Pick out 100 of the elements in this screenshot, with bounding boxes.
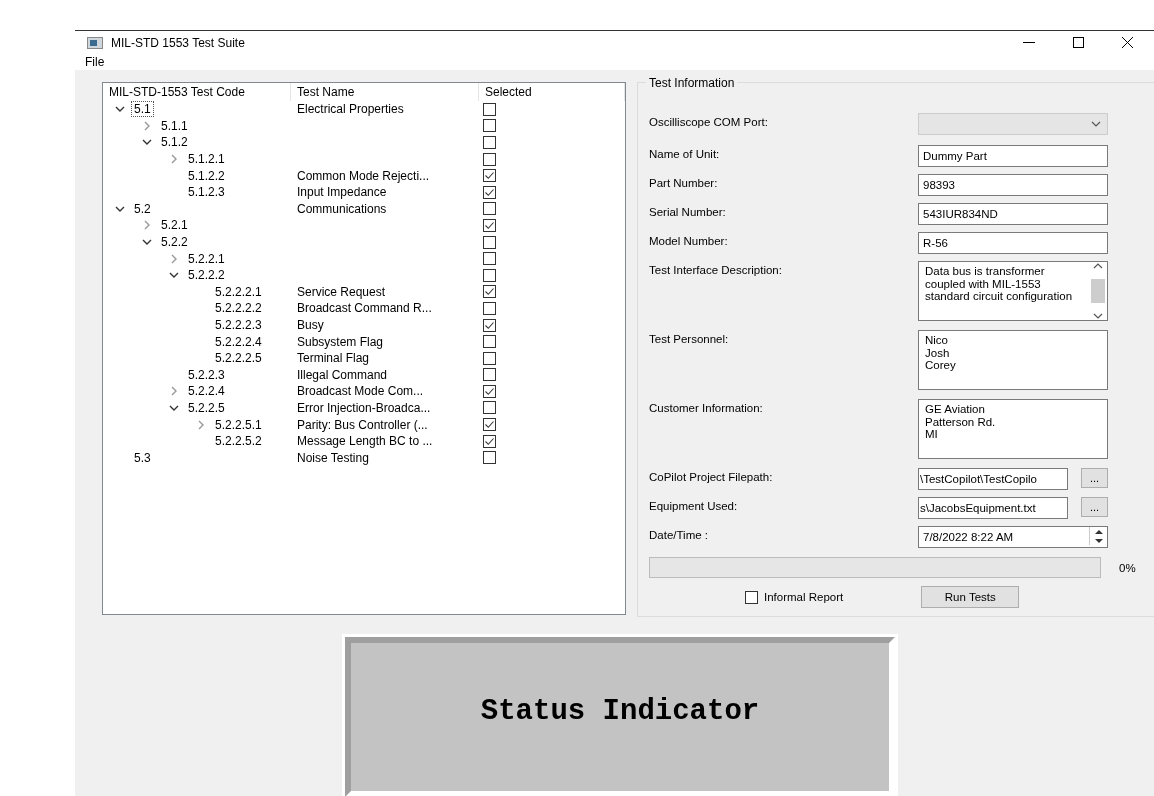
chevron-down-icon[interactable] xyxy=(169,403,179,413)
test-name: Illegal Command xyxy=(297,367,388,382)
test-name: Communications xyxy=(297,201,387,216)
test-name: Message Length BC to ... xyxy=(297,434,433,449)
checkbox[interactable] xyxy=(483,202,496,216)
checkbox[interactable] xyxy=(483,384,496,398)
test-code[interactable]: 5.2.2.5.2 xyxy=(212,433,265,450)
checkbox[interactable] xyxy=(483,235,496,249)
browse-button[interactable]: ... xyxy=(1081,497,1108,517)
checkbox-label[interactable]: Informal Report xyxy=(764,591,844,603)
test-code[interactable]: 5.1 xyxy=(131,101,154,118)
chevron-down-icon[interactable] xyxy=(1091,121,1101,127)
chevron-right-icon[interactable] xyxy=(169,386,179,397)
test-code[interactable]: 5.2.2.2.4 xyxy=(212,333,265,350)
test-name: Error Injection-Broadca... xyxy=(297,401,431,415)
checkbox[interactable] xyxy=(483,401,496,415)
checkbox[interactable] xyxy=(483,351,496,365)
chevron-right-icon[interactable] xyxy=(169,154,179,165)
test-code[interactable]: 5.1.2.3 xyxy=(185,184,228,201)
test-name: Noise Testing xyxy=(297,450,369,465)
column-header[interactable]: Test Name xyxy=(291,83,479,101)
progress-reading: 0% xyxy=(1119,561,1136,574)
checkbox[interactable] xyxy=(483,136,496,149)
chevron-right-icon[interactable] xyxy=(169,253,179,264)
test-name: Common Mode Rejecti... xyxy=(297,168,430,183)
path-field[interactable]: s\JacobsEquipment.txt xyxy=(918,497,1068,519)
checkbox[interactable] xyxy=(483,185,496,199)
test-code[interactable]: 5.2.2.2.5 xyxy=(212,350,265,367)
chevron-up-icon[interactable] xyxy=(1093,263,1103,269)
checkbox[interactable] xyxy=(483,335,496,349)
text-area[interactable]: GE Aviation Patterson Rd. MI xyxy=(918,399,1108,459)
test-code[interactable]: 5.2.2.2 xyxy=(185,267,228,284)
window-title: MIL-STD 1553 Test Suite xyxy=(111,35,245,50)
test-code[interactable]: 5.2.2.2.3 xyxy=(212,317,265,333)
text-area[interactable]: Nico Josh Corey xyxy=(918,330,1108,390)
test-name: Busy xyxy=(297,318,324,332)
test-name: Broadcast Mode Com... xyxy=(297,384,424,399)
test-code[interactable]: 5.2.2.4 xyxy=(185,383,228,400)
text-field[interactable]: Dummy Part xyxy=(918,145,1108,167)
checkbox[interactable] xyxy=(483,418,496,432)
chevron-right-icon[interactable] xyxy=(142,120,152,131)
test-code[interactable]: 5.1.1 xyxy=(158,117,191,134)
path-field[interactable]: \TestCopilot\TestCopilo xyxy=(918,468,1068,490)
test-code[interactable]: 5.2.2.1 xyxy=(185,250,228,267)
test-code[interactable]: 5.2.2.2.2 xyxy=(212,300,265,317)
field-label: Customer Information: xyxy=(649,401,764,414)
checkbox[interactable] xyxy=(483,119,496,133)
checkbox[interactable] xyxy=(483,252,496,266)
test-code[interactable]: 5.1.2 xyxy=(158,134,191,151)
test-code[interactable]: 5.3 xyxy=(131,449,154,466)
checkbox[interactable] xyxy=(483,451,496,465)
checkbox[interactable] xyxy=(483,434,496,448)
test-name: Service Request xyxy=(297,284,386,299)
checkbox[interactable] xyxy=(483,368,496,382)
test-code[interactable]: 5.1.2.2 xyxy=(185,167,228,184)
text-field[interactable]: 98393 xyxy=(918,174,1108,196)
test-code[interactable]: 5.2.2 xyxy=(158,234,191,251)
checkbox[interactable] xyxy=(483,318,496,332)
test-code[interactable]: 5.2.2.2.1 xyxy=(212,283,265,300)
field-label: Model Number: xyxy=(649,234,729,247)
chevron-right-icon[interactable] xyxy=(142,220,152,231)
field-label: CoPilot Project Filepath: xyxy=(649,470,774,483)
test-code[interactable]: 5.2.2.3 xyxy=(185,366,228,383)
field-label: Test Personnel: xyxy=(649,332,730,345)
test-code[interactable]: 5.2.1 xyxy=(158,217,191,234)
checkbox[interactable] xyxy=(483,301,496,315)
menu-item[interactable]: File xyxy=(85,55,105,70)
checkbox[interactable] xyxy=(483,218,496,232)
minimize-icon[interactable] xyxy=(1023,41,1035,44)
test-code[interactable]: 5.2 xyxy=(131,200,154,217)
maximize-icon[interactable] xyxy=(1073,37,1084,49)
text-field[interactable]: 543IUR834ND xyxy=(918,203,1108,225)
test-code[interactable]: 5.2.2.5.1 xyxy=(212,416,265,433)
chevron-right-icon[interactable] xyxy=(196,419,206,430)
checkbox[interactable] xyxy=(483,285,496,299)
test-name: Input Impedance xyxy=(297,185,387,200)
group-title: Test Information xyxy=(646,76,738,90)
test-name: Electrical Properties xyxy=(297,102,404,117)
chevron-down-icon[interactable] xyxy=(1093,313,1103,319)
run-tests-button[interactable]: Run Tests xyxy=(921,586,1020,608)
test-code[interactable]: 5.2.2.5 xyxy=(185,400,228,416)
scrollbar-thumb[interactable] xyxy=(1091,279,1105,303)
test-name: Terminal Flag xyxy=(297,351,370,366)
browse-button[interactable]: ... xyxy=(1081,468,1108,488)
checkbox[interactable] xyxy=(745,590,758,604)
text-field[interactable]: R-56 xyxy=(918,232,1108,254)
text-area[interactable]: Data bus is transformer coupled with MIL-1553 standard circuit configuration xyxy=(918,261,1108,321)
close-icon[interactable] xyxy=(1122,37,1133,49)
column-header[interactable]: MIL-STD-1553 Test Code xyxy=(103,83,291,101)
app-icon xyxy=(87,36,103,49)
checkbox[interactable] xyxy=(483,102,496,116)
test-code[interactable]: 5.1.2.1 xyxy=(185,151,228,168)
checkbox[interactable] xyxy=(483,152,496,166)
field-label: Test Interface Description: xyxy=(649,263,783,276)
date-time-field[interactable]: 7/8/2022 8:22 AM xyxy=(918,526,1108,548)
checkbox[interactable] xyxy=(483,268,496,282)
column-header[interactable]: Selected xyxy=(479,83,625,101)
checkbox[interactable] xyxy=(483,169,496,183)
field-label: Date/Time : xyxy=(649,528,709,541)
field-label: Equipment Used: xyxy=(649,499,739,512)
